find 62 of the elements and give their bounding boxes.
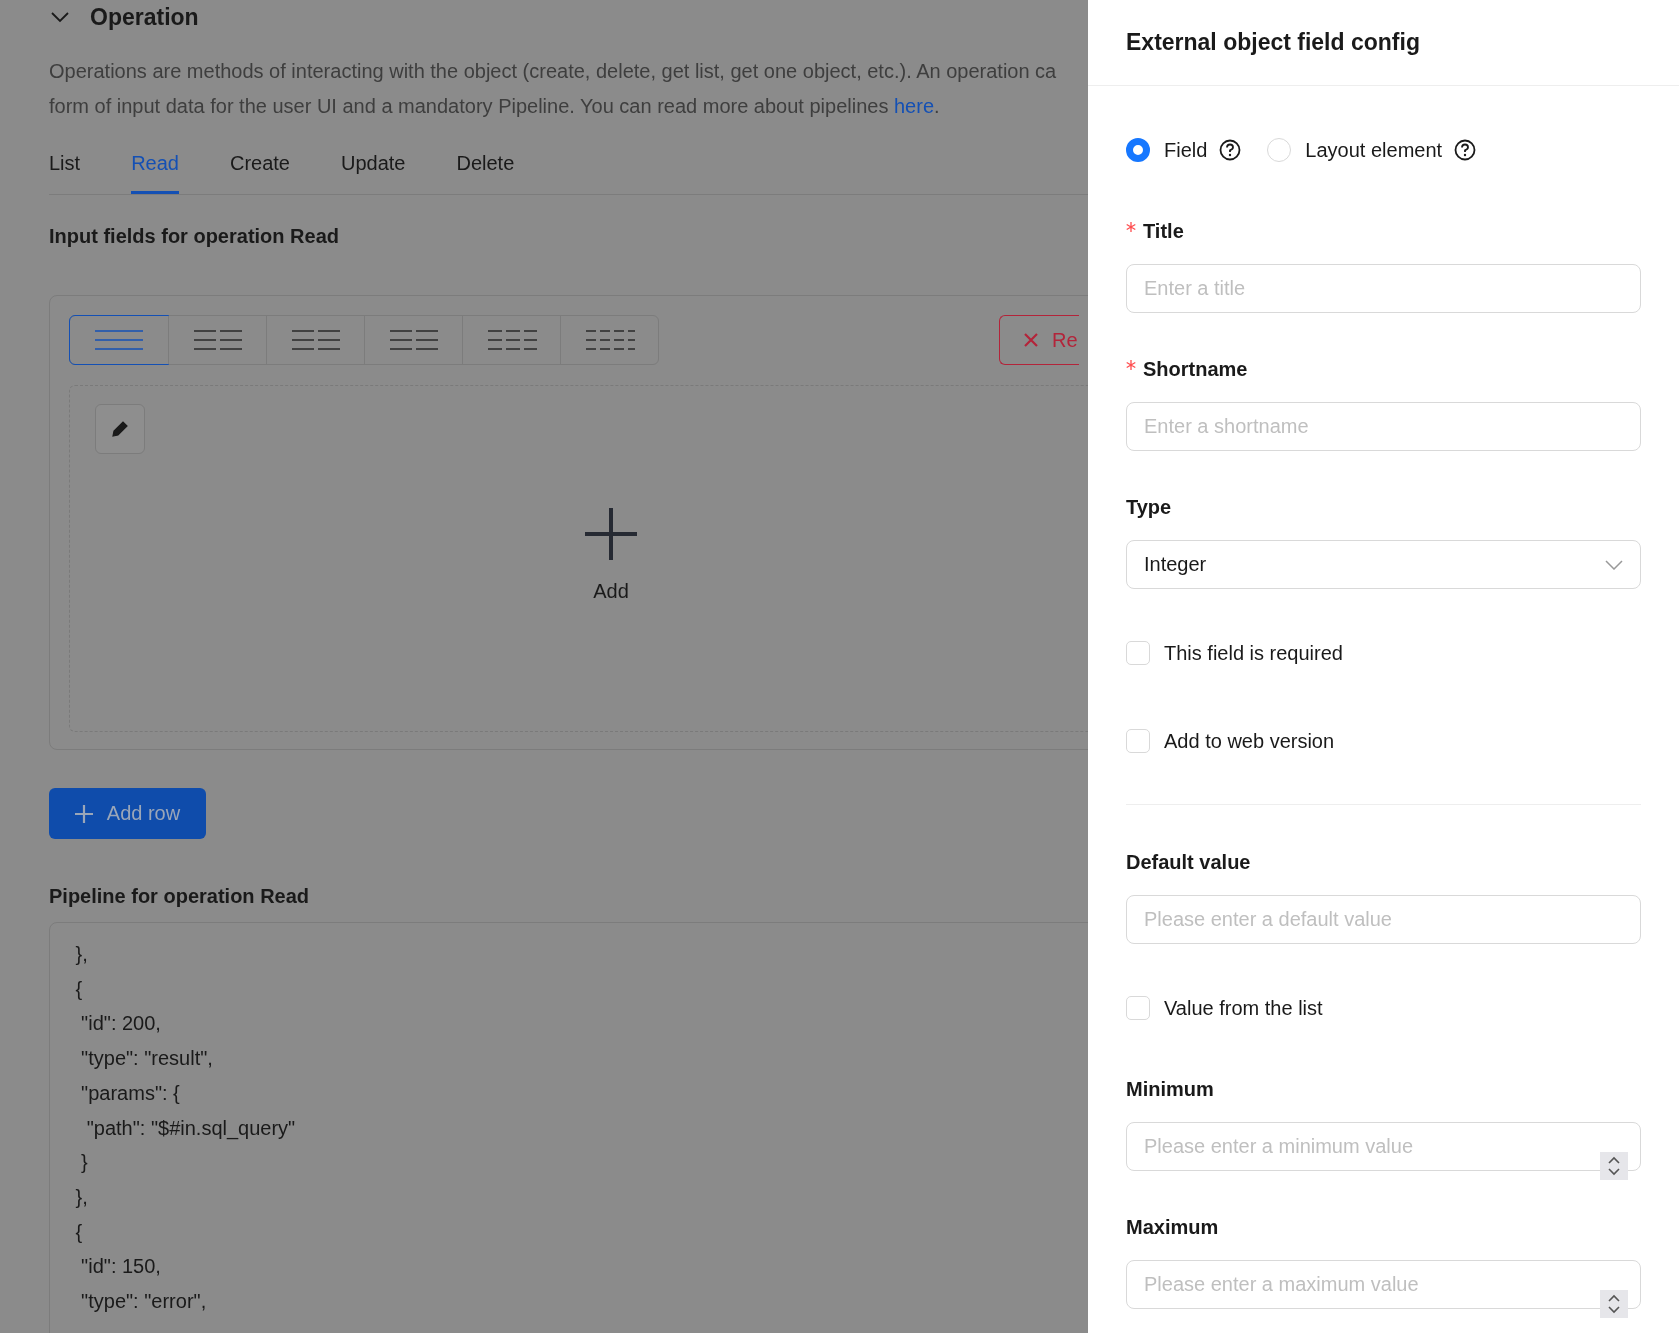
section-title: Operation <box>90 3 199 31</box>
code-line: { <box>74 976 84 1002</box>
plus-icon <box>74 804 93 823</box>
code-line: "params": { <box>80 1080 181 1106</box>
operation-tab[interactable]: List <box>49 140 81 194</box>
columns-icon <box>486 329 537 351</box>
columns-icon <box>388 329 439 351</box>
code-line: "path": "$#in.sql_query" <box>85 1115 297 1142</box>
checkbox-label[interactable]: This field is required <box>1164 641 1343 665</box>
radio-label[interactable]: Field <box>1164 138 1208 162</box>
field-label: Type <box>1126 495 1172 519</box>
description-line: Operations are methods of interacting with the object (create, delete, get list, get one object, etc.). An operation ca <box>49 59 1058 84</box>
code-line: } <box>80 1150 89 1176</box>
help-icon[interactable] <box>1219 139 1242 161</box>
add-row-button[interactable]: Add row <box>49 788 206 839</box>
checkbox-label[interactable]: Value from the list <box>1164 996 1323 1020</box>
radio-button[interactable] <box>1126 138 1150 162</box>
text-input-field[interactable]: Please enter a default value <box>1126 895 1641 944</box>
field-label: Shortname <box>1143 357 1248 381</box>
number-input-field[interactable]: Please enter a minimum value <box>1126 1122 1641 1171</box>
pencil-icon <box>110 419 130 439</box>
spinner-icon[interactable] <box>1600 1152 1628 1180</box>
section-heading: Pipeline for operation Read <box>49 885 311 908</box>
type-select[interactable]: Integer <box>1126 540 1641 589</box>
code-line: "type": "result", <box>80 1046 214 1072</box>
edit-button[interactable] <box>95 404 145 454</box>
code-line: }, <box>74 1184 89 1210</box>
checkbox[interactable] <box>1126 996 1150 1020</box>
radio-label[interactable]: Layout element <box>1305 138 1443 162</box>
help-icon[interactable] <box>1454 139 1477 161</box>
columns-icon <box>290 329 341 351</box>
text-input-field[interactable]: Enter a title <box>1126 264 1641 313</box>
operation-tab[interactable]: Update <box>340 140 406 194</box>
field-label: Default value <box>1126 850 1251 874</box>
drawer-title: External object field config <box>1126 29 1420 56</box>
field-label: Title <box>1143 219 1184 243</box>
text-input-field[interactable]: Enter a shortname <box>1126 402 1641 451</box>
chevron-down-icon[interactable] <box>51 11 69 23</box>
columns-icon <box>94 329 144 351</box>
code-line: "type": "error", <box>80 1289 208 1315</box>
spinner-icon[interactable] <box>1600 1290 1628 1318</box>
section-heading: Input fields for operation Read <box>49 225 340 248</box>
plus-icon[interactable] <box>585 508 637 560</box>
description-line: form of input data for the user UI and a mandatory Pipeline. You can read more about pipelines here. <box>49 94 941 119</box>
code-line: { <box>74 1219 84 1245</box>
field-label: Minimum <box>1126 1077 1214 1101</box>
columns-icon <box>584 329 635 351</box>
close-icon <box>1024 333 1038 347</box>
chevron-down-icon <box>1605 559 1623 570</box>
number-input-field[interactable]: Please enter a maximum value <box>1126 1260 1641 1309</box>
column-layout-button[interactable] <box>69 315 169 365</box>
checkbox[interactable] <box>1126 729 1150 753</box>
code-line: "id": 200, <box>80 1011 162 1037</box>
operation-tab[interactable]: Create <box>229 140 290 194</box>
operation-tab[interactable]: Delete <box>456 140 515 194</box>
checkbox[interactable] <box>1126 641 1150 665</box>
add-label[interactable]: Add <box>593 580 629 603</box>
code-line: "id": 150, <box>80 1254 162 1280</box>
checkbox-label[interactable]: Add to web version <box>1164 729 1335 753</box>
field-label: Maximum <box>1126 1215 1219 1239</box>
code-line: }, <box>74 942 89 967</box>
columns-icon <box>192 329 243 351</box>
